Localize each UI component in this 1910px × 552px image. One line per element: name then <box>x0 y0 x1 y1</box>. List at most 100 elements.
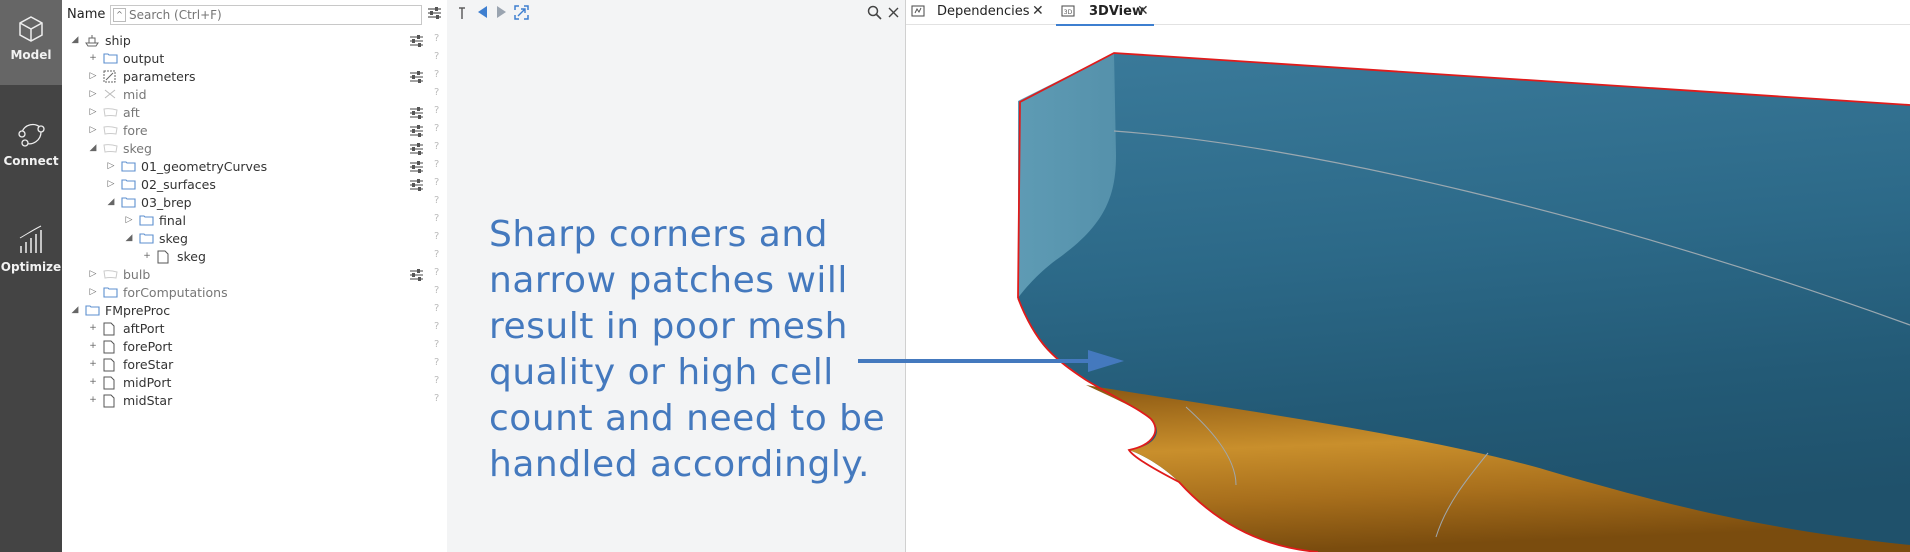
search-box[interactable]: ^ <box>110 5 422 25</box>
expand-plus-icon[interactable]: + <box>88 322 98 334</box>
help-icon[interactable]: ? <box>434 51 439 62</box>
folder-icon <box>139 232 154 247</box>
collapse-triangle-icon[interactable]: ◢ <box>88 142 98 154</box>
tree-row-label: aftPort <box>123 321 165 336</box>
connect-icon <box>18 123 45 147</box>
tree-row-label: midPort <box>123 375 172 390</box>
close-icon[interactable]: ✕ <box>1032 3 1044 19</box>
close-icon[interactable]: ✕ <box>1137 3 1149 19</box>
tree-row-label: forePort <box>123 339 173 354</box>
expand-plus-icon[interactable]: + <box>88 358 98 370</box>
help-icon[interactable]: ? <box>434 285 439 296</box>
surface-icon <box>103 124 118 139</box>
help-icon[interactable]: ? <box>434 87 439 98</box>
tab-label: Dependencies <box>937 4 1030 19</box>
folder-icon <box>85 304 100 319</box>
folder-icon <box>103 286 118 301</box>
help-icon[interactable]: ? <box>434 321 439 332</box>
expand-triangle-icon[interactable]: ▷ <box>88 88 98 100</box>
tree-row-label: 01_geometryCurves <box>141 159 268 174</box>
expand-plus-icon[interactable]: + <box>88 52 98 64</box>
help-icon[interactable]: ? <box>434 159 439 170</box>
callout-arrow <box>858 350 1124 372</box>
sidebar-item-model[interactable]: Model <box>0 0 62 85</box>
sidebar-item-label: Optimize <box>0 260 62 274</box>
expand-plus-icon[interactable]: + <box>88 394 98 406</box>
expand-triangle-icon[interactable]: ▷ <box>88 124 98 136</box>
search-icon[interactable] <box>867 5 882 20</box>
tree-row[interactable]: + midStar? <box>62 390 447 412</box>
optimize-icon <box>19 225 42 253</box>
collapse-triangle-icon[interactable]: ◢ <box>70 304 80 316</box>
sidebar-item-label: Connect <box>3 154 59 168</box>
tree-row-label: fore <box>123 123 148 138</box>
help-icon[interactable]: ? <box>434 123 439 134</box>
tab-dependencies[interactable]: Dependencies ✕ <box>906 0 1048 24</box>
fit-view-icon[interactable] <box>514 5 529 20</box>
file-icon <box>103 394 115 411</box>
back-arrow-icon[interactable] <box>476 5 489 19</box>
tree-row-label: foreStar <box>123 357 174 372</box>
sidebar-item-connect[interactable]: Connect <box>0 108 62 193</box>
collapse-triangle-icon[interactable]: ◢ <box>106 196 116 208</box>
help-icon[interactable]: ? <box>434 177 439 188</box>
view-area: Dependencies ✕ 3D 3DView ✕ <box>906 0 1910 552</box>
collapse-triangle-icon[interactable]: ◢ <box>124 232 134 244</box>
mid-icon <box>103 88 117 103</box>
expand-triangle-icon[interactable]: ▷ <box>88 106 98 118</box>
tree-row-label: 02_surfaces <box>141 177 216 192</box>
tree-row-label: forComputations <box>123 285 228 300</box>
pin-icon[interactable] <box>457 5 467 21</box>
expand-triangle-icon[interactable]: ▷ <box>88 268 98 280</box>
help-icon[interactable]: ? <box>434 33 439 44</box>
expand-plus-icon[interactable]: + <box>142 250 152 262</box>
help-icon[interactable]: ? <box>434 375 439 386</box>
expand-plus-icon[interactable]: + <box>88 340 98 352</box>
help-icon[interactable]: ? <box>434 249 439 260</box>
sidebar-item-label: Model <box>10 48 52 62</box>
forward-arrow-icon[interactable] <box>495 5 508 19</box>
3d-viewport[interactable] <box>906 25 1910 552</box>
help-icon[interactable]: ? <box>434 339 439 350</box>
help-icon[interactable]: ? <box>434 231 439 242</box>
sidebar-item-optimize[interactable]: Optimize <box>0 214 62 299</box>
expand-triangle-icon[interactable]: ▷ <box>88 70 98 82</box>
help-icon[interactable]: ? <box>434 357 439 368</box>
folder-icon <box>121 160 136 175</box>
help-icon[interactable]: ? <box>434 105 439 116</box>
close-icon[interactable] <box>888 7 899 18</box>
expand-triangle-icon[interactable]: ▷ <box>106 160 116 172</box>
expand-triangle-icon[interactable]: ▷ <box>88 286 98 298</box>
case-toggle-icon[interactable]: ^ <box>113 8 126 22</box>
cube-icon <box>19 16 43 42</box>
expand-plus-icon[interactable]: + <box>88 376 98 388</box>
folder-icon <box>103 52 118 67</box>
tab-label: 3DView <box>1089 4 1144 19</box>
collapse-triangle-icon[interactable]: ◢ <box>70 34 80 46</box>
tree-row-label: skeg <box>177 249 206 264</box>
search-input[interactable] <box>129 7 414 22</box>
help-icon[interactable]: ? <box>434 393 439 404</box>
tab-3dview[interactable]: 3D 3DView ✕ <box>1056 0 1154 26</box>
help-icon[interactable]: ? <box>434 303 439 314</box>
middle-panel: Sharp corners and narrow patches will re… <box>447 0 906 552</box>
surface-icon <box>103 142 118 157</box>
filter-settings-icon[interactable] <box>427 6 442 20</box>
help-icon[interactable]: ? <box>434 195 439 206</box>
help-icon[interactable]: ? <box>434 69 439 80</box>
svg-text:3D: 3D <box>1064 9 1073 16</box>
3d-icon: 3D <box>1061 5 1075 17</box>
callout-line: narrow patches will <box>489 260 848 301</box>
expand-triangle-icon[interactable]: ▷ <box>124 214 134 226</box>
folder-icon <box>139 214 154 229</box>
folder-icon <box>121 196 136 211</box>
callout-line: count and need to be <box>489 398 886 439</box>
app-sidebar: Model Connect Optimize <box>0 0 62 552</box>
callout-line: handled accordingly. <box>489 444 870 485</box>
help-icon[interactable]: ? <box>434 267 439 278</box>
middle-toolbar <box>447 0 905 26</box>
callout-line: result in poor mesh <box>489 306 848 347</box>
help-icon[interactable]: ? <box>434 213 439 224</box>
expand-triangle-icon[interactable]: ▷ <box>106 178 116 190</box>
help-icon[interactable]: ? <box>434 141 439 152</box>
